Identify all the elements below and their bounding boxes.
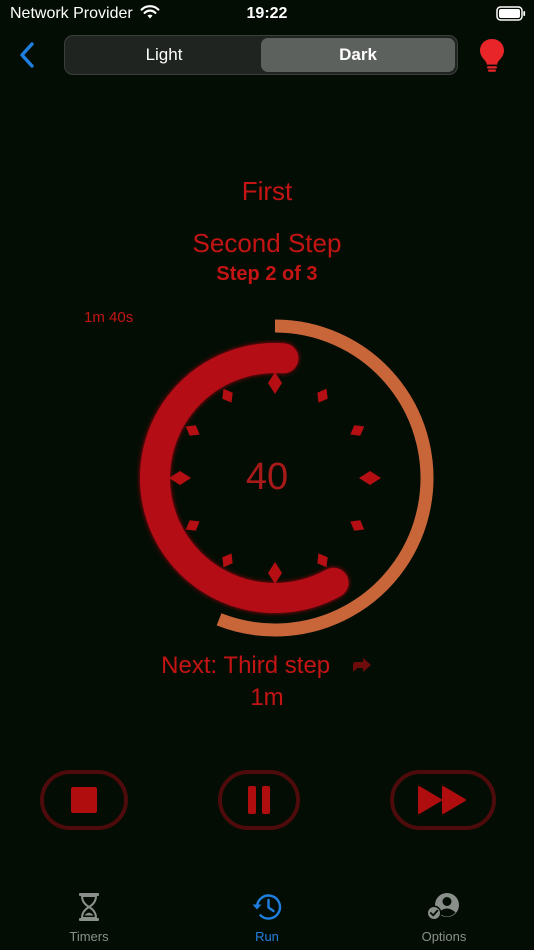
step-seconds-remaining: 40 (245, 456, 289, 498)
clock-history-icon (252, 894, 282, 920)
light-bulb-icon (480, 39, 504, 72)
back-button[interactable] (12, 38, 42, 72)
dial-tick (268, 372, 282, 394)
current-step-name: Second Step (192, 228, 342, 258)
pause-button[interactable] (218, 770, 300, 830)
tab-timers[interactable]: Timers (29, 892, 149, 944)
segment-dark[interactable]: Dark (261, 38, 455, 72)
dial-tick (317, 553, 328, 568)
dial-tick (350, 520, 365, 531)
tab-options[interactable]: Options (384, 892, 504, 944)
tab-options-label: Options (421, 929, 467, 944)
segment-light[interactable]: Light (67, 38, 261, 72)
pause-icon (248, 786, 270, 814)
next-step-duration: 1m (250, 684, 284, 711)
next-step-label: Next: Third step (161, 652, 331, 679)
skip-step-button[interactable] (390, 770, 496, 830)
light-bulb-button[interactable] (476, 36, 508, 74)
status-time: 19:22 (246, 5, 288, 22)
tab-run-label: Run (255, 929, 279, 944)
battery-icon (496, 6, 526, 27)
chevron-left-icon (20, 42, 34, 68)
fast-forward-icon (418, 786, 466, 814)
dial-tick (317, 388, 328, 403)
forward-arrow-icon (351, 653, 373, 681)
tab-timers-label: Timers (69, 929, 109, 944)
dial-tick (185, 425, 200, 436)
stop-button[interactable] (40, 770, 128, 830)
dial-tick (185, 520, 200, 531)
profile-settings-icon (426, 893, 459, 921)
timer-name: First (241, 176, 293, 206)
next-step-row: Next: Third step (0, 652, 534, 681)
dial-tick (222, 553, 233, 568)
tab-bar: Timers Run Options (0, 884, 534, 950)
tab-run[interactable]: Run (207, 892, 327, 944)
theme-segmented-control[interactable]: Light Dark (64, 35, 458, 75)
dial-tick (268, 562, 282, 584)
hourglass-icon (79, 893, 99, 921)
stop-icon (71, 787, 97, 813)
status-bar: Network Provider 19:22 (0, 0, 534, 30)
dial-tick (222, 388, 233, 403)
step-counter: Step 2 of 3 (216, 263, 318, 285)
dial-tick (350, 425, 365, 436)
